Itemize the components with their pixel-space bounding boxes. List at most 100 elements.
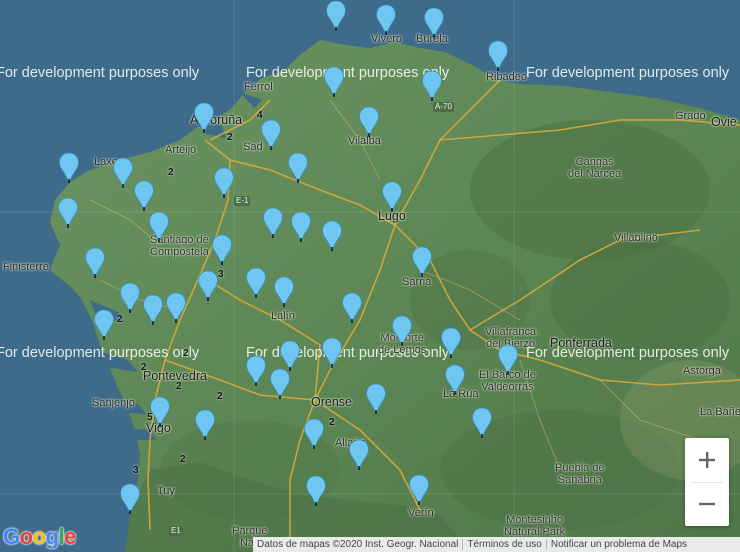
map-pin-icon xyxy=(120,282,140,313)
map-pin-icon xyxy=(412,246,432,277)
map-pin-icon xyxy=(270,368,290,399)
terms-link[interactable]: Términos de uso xyxy=(463,539,545,550)
cluster-count: 2 xyxy=(180,454,186,465)
map-marker[interactable] xyxy=(287,152,309,184)
google-logo[interactable]: Google xyxy=(3,524,76,550)
place-label-astorga: Astorga xyxy=(683,365,721,377)
map-marker[interactable] xyxy=(133,180,155,212)
cluster-count: 2 xyxy=(329,417,335,428)
map-marker[interactable] xyxy=(165,292,187,324)
map-marker[interactable] xyxy=(423,7,445,39)
map-marker[interactable] xyxy=(411,246,433,278)
dev-watermark: For development purposes only xyxy=(0,65,200,81)
road-label: E1 xyxy=(169,526,183,536)
map-pin-icon xyxy=(59,152,79,183)
zoom-out-button[interactable] xyxy=(685,482,729,526)
map-marker[interactable] xyxy=(194,409,216,441)
place-label-ribadeo: Ribadeo xyxy=(486,71,527,83)
map-marker[interactable] xyxy=(260,119,282,151)
map-pin-icon xyxy=(94,309,114,340)
place-label-arteijo: Arteijo xyxy=(165,144,197,156)
map-attribution-bar: Datos de mapas ©2020 Inst. Geogr. Nacion… xyxy=(253,537,740,552)
map-pin-icon xyxy=(392,315,412,346)
map-pin-icon xyxy=(246,355,266,386)
map-pin-icon xyxy=(214,167,234,198)
map-marker[interactable] xyxy=(391,315,413,347)
map-pin-icon xyxy=(498,344,518,375)
map-marker[interactable] xyxy=(487,40,509,72)
map-pin-icon xyxy=(472,407,492,438)
map-marker[interactable] xyxy=(381,181,403,213)
report-problem-link[interactable]: Notificar un problema de Maps xyxy=(547,539,691,550)
map-pin-icon xyxy=(288,152,308,183)
map-marker[interactable] xyxy=(341,292,363,324)
cluster-count: 2 xyxy=(117,314,123,325)
map-pin-icon xyxy=(306,475,326,506)
map-pin-icon xyxy=(376,4,396,35)
map-marker[interactable] xyxy=(112,157,134,189)
map-pin-icon xyxy=(198,270,218,301)
map-pin-icon xyxy=(322,337,342,368)
map-marker[interactable] xyxy=(444,364,466,396)
map-marker[interactable] xyxy=(58,152,80,184)
cluster-count: 3 xyxy=(133,465,139,476)
map-marker[interactable] xyxy=(348,439,370,471)
map-marker[interactable] xyxy=(290,211,312,243)
map-marker[interactable] xyxy=(325,0,347,32)
map-data-credit: Datos de mapas ©2020 Inst. Geogr. Nacion… xyxy=(257,539,459,550)
map-marker[interactable] xyxy=(211,234,233,266)
map-marker[interactable] xyxy=(148,211,170,243)
map-marker[interactable] xyxy=(323,66,345,98)
map-marker[interactable] xyxy=(321,337,343,369)
map-marker[interactable] xyxy=(269,368,291,400)
road-label: A-70 xyxy=(433,102,454,112)
map-marker[interactable] xyxy=(119,483,141,515)
map-marker[interactable] xyxy=(440,327,462,359)
map-canvas[interactable]: For development purposes only For develo… xyxy=(0,0,740,552)
map-marker[interactable] xyxy=(149,396,171,428)
map-marker[interactable] xyxy=(497,344,519,376)
map-marker[interactable] xyxy=(421,70,443,102)
map-marker[interactable] xyxy=(471,407,493,439)
map-marker[interactable] xyxy=(193,102,215,134)
map-marker[interactable] xyxy=(262,207,284,239)
map-pin-icon xyxy=(422,70,442,101)
map-pin-icon xyxy=(326,0,346,31)
plus-icon xyxy=(699,452,715,468)
map-marker[interactable] xyxy=(358,106,380,138)
map-marker[interactable] xyxy=(84,247,106,279)
map-pin-icon xyxy=(246,267,266,298)
dev-watermark: For development purposes only xyxy=(0,345,200,361)
map-marker[interactable] xyxy=(57,197,79,229)
map-marker[interactable] xyxy=(375,4,397,36)
map-marker[interactable] xyxy=(408,474,430,506)
map-marker[interactable] xyxy=(119,282,141,314)
map-pin-icon xyxy=(441,327,461,358)
place-label-villablino: Villablino xyxy=(614,232,658,244)
place-label-lalin: Lalín xyxy=(271,310,295,322)
place-label-labaneza: La Bañe xyxy=(700,406,740,418)
map-pin-icon xyxy=(382,181,402,212)
place-label-cangas: Cangas del Narcea xyxy=(568,156,622,181)
map-marker[interactable] xyxy=(273,276,295,308)
map-pin-icon xyxy=(166,292,186,323)
place-label-finisterre: Finisterre xyxy=(3,261,49,273)
map-marker[interactable] xyxy=(305,475,327,507)
cluster-count: 2 xyxy=(183,348,189,359)
map-marker[interactable] xyxy=(321,220,343,252)
map-marker[interactable] xyxy=(93,309,115,341)
map-marker[interactable] xyxy=(303,418,325,450)
map-pin-icon xyxy=(149,211,169,242)
map-marker[interactable] xyxy=(245,355,267,387)
map-marker[interactable] xyxy=(213,167,235,199)
map-marker[interactable] xyxy=(245,267,267,299)
map-pin-icon xyxy=(194,102,214,133)
map-pin-icon xyxy=(322,220,342,251)
map-marker[interactable] xyxy=(365,383,387,415)
place-label-ourense: Orense xyxy=(311,395,352,409)
map-marker[interactable] xyxy=(142,294,164,326)
map-marker[interactable] xyxy=(197,270,219,302)
dev-watermark: For development purposes only xyxy=(246,65,450,81)
map-pin-icon xyxy=(113,157,133,188)
zoom-in-button[interactable] xyxy=(685,438,729,482)
